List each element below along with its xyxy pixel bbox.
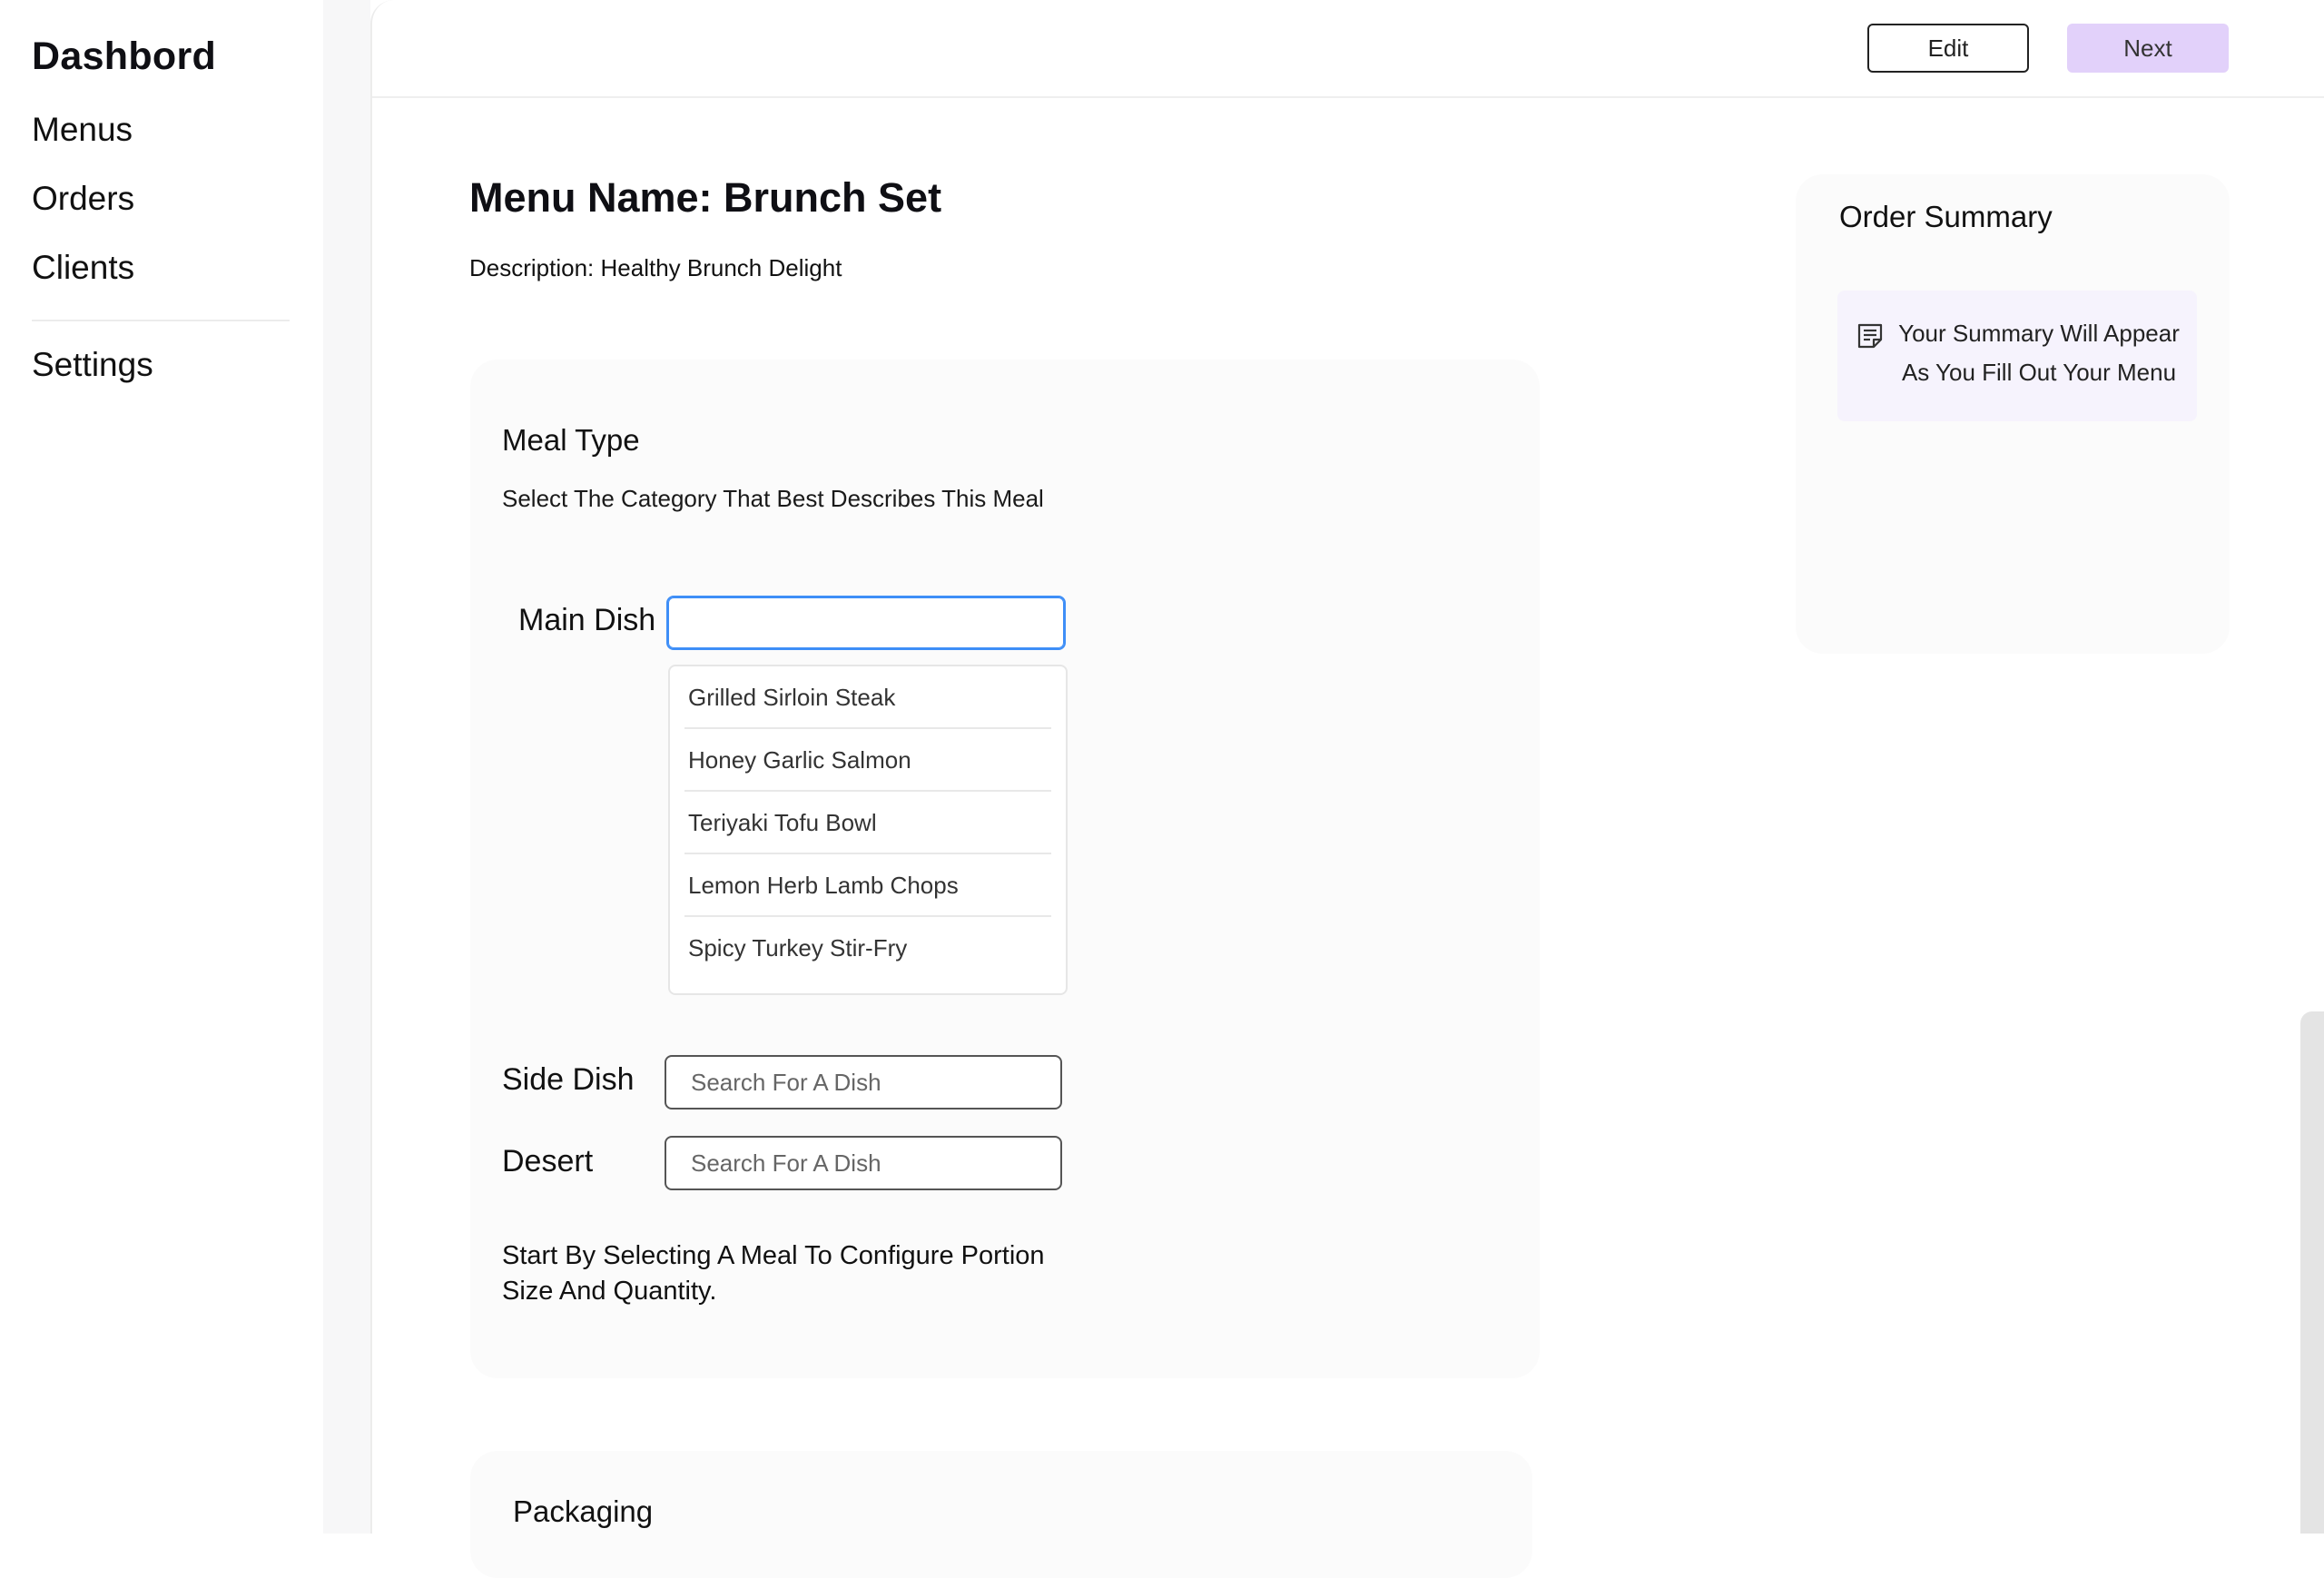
top-toolbar: Edit Next	[372, 0, 2324, 98]
sidebar-item-menus[interactable]: Menus	[32, 111, 133, 149]
sidebar-item-orders[interactable]: Orders	[32, 180, 134, 218]
meal-type-title: Meal Type	[502, 423, 640, 457]
packaging-title: Packaging	[513, 1494, 654, 1528]
dropdown-option[interactable]: Honey Garlic Salmon	[684, 729, 1051, 792]
meal-type-card: Meal Type Select The Category That Best …	[470, 360, 1540, 1378]
dropdown-option[interactable]: Spicy Turkey Stir-Fry	[684, 917, 1051, 980]
main-dish-label: Main Dish	[518, 603, 656, 637]
dropdown-option[interactable]: Grilled Sirloin Steak	[684, 666, 1051, 729]
sidebar: Dashbord Menus Orders Clients Settings	[0, 0, 323, 1534]
menu-title: Menu Name: Brunch Set	[469, 174, 942, 221]
edit-button[interactable]: Edit	[1867, 24, 2029, 73]
summary-empty-state: Your Summary Will Appear As You Fill Out…	[1837, 291, 2197, 421]
side-dish-label: Side Dish	[502, 1062, 635, 1097]
main-panel: Edit Next Menu Name: Brunch Set Descript…	[370, 0, 2324, 1578]
order-summary-panel: Order Summary Your Summary Will Appear A…	[1796, 174, 2230, 654]
portion-hint: Start By Selecting A Meal To Configure P…	[502, 1241, 1045, 1306]
note-icon	[1857, 323, 1883, 349]
dropdown-option[interactable]: Lemon Herb Lamb Chops	[684, 854, 1051, 917]
main-dish-dropdown: Grilled Sirloin Steak Honey Garlic Salmo…	[668, 665, 1068, 995]
desert-label: Desert	[502, 1144, 594, 1179]
main-dish-input[interactable]	[666, 596, 1066, 650]
next-button[interactable]: Next	[2067, 24, 2229, 73]
menu-description: Description: Healthy Brunch Delight	[469, 254, 842, 281]
sidebar-item-settings[interactable]: Settings	[32, 346, 153, 384]
side-dish-search-input[interactable]	[665, 1055, 1062, 1110]
scrollbar[interactable]	[2300, 1011, 2324, 1534]
order-summary-title: Order Summary	[1839, 200, 2053, 233]
desert-search-input[interactable]	[665, 1136, 1062, 1190]
dropdown-option[interactable]: Teriyaki Tofu Bowl	[684, 792, 1051, 854]
sidebar-divider	[32, 320, 290, 321]
packaging-card: Packaging	[470, 1451, 1532, 1578]
sidebar-item-clients[interactable]: Clients	[32, 249, 134, 287]
layout-gutter	[323, 0, 370, 1534]
summary-empty-text: Your Summary Will Appear As You Fill Out…	[1898, 320, 2180, 386]
sidebar-title: Dashbord	[32, 35, 217, 78]
meal-type-subtitle: Select The Category That Best Describes …	[502, 485, 1044, 512]
